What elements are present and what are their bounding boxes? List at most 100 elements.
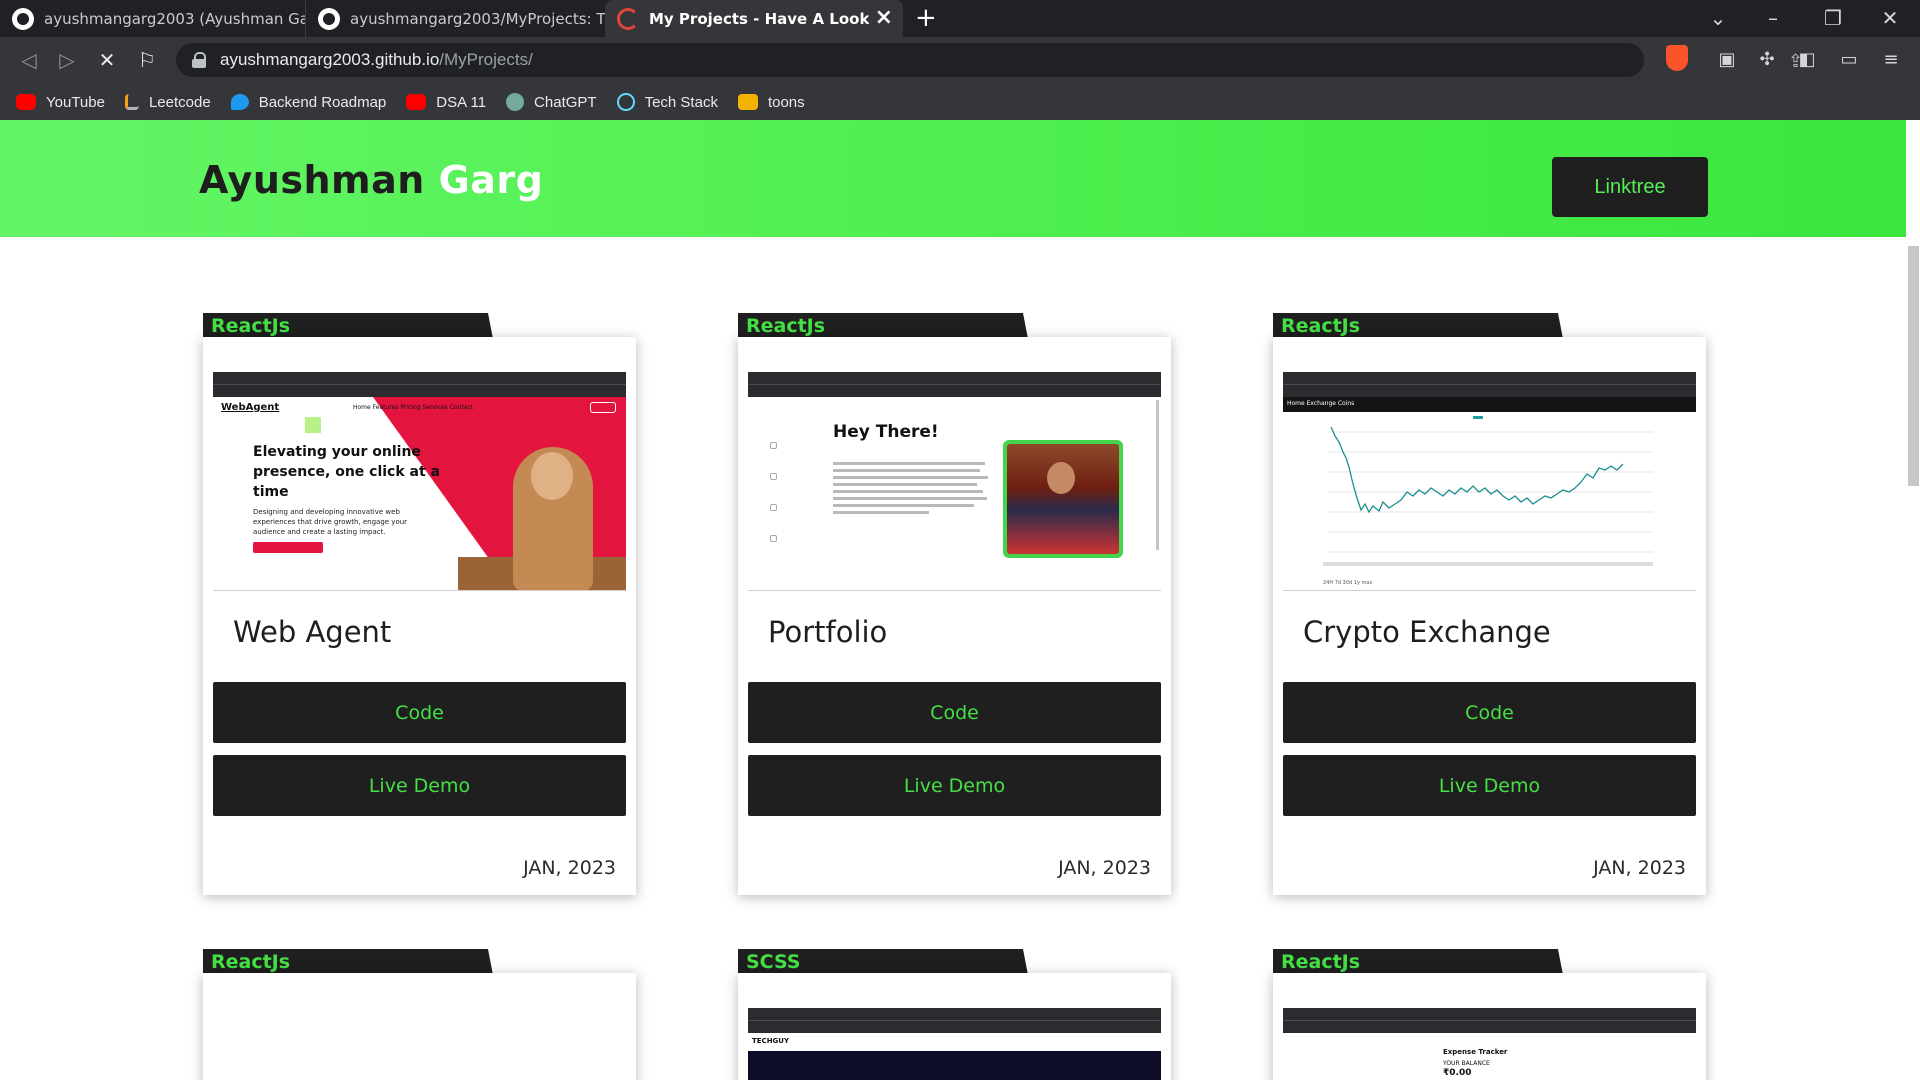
browser-tab-active[interactable]: My Projects - Have A Look × [605,0,903,37]
tech-tag: ReactJs [738,313,1028,339]
code-button[interactable]: Code [213,682,626,743]
preview-browser-bar [213,372,626,397]
tab-title: ayushmangarg2003 (Ayushman Garg) [44,9,305,28]
loading-spinner-icon [617,7,639,30]
lock-icon[interactable] [192,52,206,68]
browser-tab-github-profile[interactable]: ayushmangarg2003 (Ayushman Garg) [0,0,305,37]
url-path: /MyProjects/ [439,50,533,69]
browser-tab-strip: ayushmangarg2003 (Ayushman Garg) ayushma… [0,0,1920,37]
wallet-icon[interactable]: ▭ [1838,49,1860,71]
project-preview-image[interactable]: Expense Tracker YOUR BALANCE ₹0.00 [1283,1008,1696,1080]
new-tab-button[interactable]: + [915,0,937,37]
project-card-5: SCSS TECHGUY [738,949,1171,1080]
preview-greeting: Hey There! [833,422,939,442]
bookmark-youtube[interactable]: YouTube [16,94,105,111]
tech-tag: SCSS [738,949,1028,975]
live-demo-button[interactable]: Live Demo [748,755,1161,816]
preview-logo: WebAgent [221,402,280,413]
brave-shield-icon[interactable] [1666,45,1688,71]
preview-balance-label: YOUR BALANCE [1443,1060,1490,1067]
tab-search-icon[interactable]: ⌄ [1698,0,1738,37]
extension-icon[interactable]: ▣ [1716,49,1738,71]
bookmark-toons[interactable]: toons [737,93,805,111]
preview-bio-lines [833,462,993,518]
live-demo-button[interactable]: Live Demo [1283,755,1696,816]
preview-balance: ₹0.00 [1443,1068,1472,1078]
preview-nav-bar [748,1033,1161,1051]
bookmarks-bar: YouTube Leetcode Backend Roadmap DSA 11 … [0,84,1920,120]
sidebar-icon[interactable]: ◧ [1796,49,1818,71]
bookmark-leetcode[interactable]: Leetcode [124,94,211,111]
back-icon[interactable]: ◁ [14,45,44,75]
preview-browser-bar [1283,372,1696,397]
project-card-web-agent: ReactJs WebAgent Home Features Pricing S… [203,313,636,913]
tech-tag: ReactJs [1273,949,1563,975]
tab-title: My Projects - Have A Look [649,9,870,28]
card-body: Hey There! Portfolio Code Live Demo JAN,… [738,337,1171,895]
project-title: Portfolio [768,615,888,649]
svg-text:24H 7d 30d 1y max: 24H 7d 30d 1y max [1323,580,1372,586]
project-title: Crypto Exchange [1303,615,1551,649]
bookmark-label: DSA 11 [436,93,487,111]
preview-cta [253,542,323,553]
bookmark-dsa[interactable]: DSA 11 [406,94,486,111]
bookmark-icon[interactable]: ⚐ [132,45,162,75]
tech-tag: ReactJs [203,313,493,339]
preview-price-chart: 24H 7d 30d 1y max [1283,412,1696,590]
preview-side-icons [770,442,780,542]
puzzle-icon[interactable]: ✣ [1756,49,1778,71]
preview-hero [748,1051,1161,1080]
bookmark-label: toons [767,93,805,111]
toons-icon [737,94,758,110]
scrollbar-thumb[interactable] [1908,246,1919,486]
code-button[interactable]: Code [748,682,1161,743]
stop-loading-icon[interactable]: ✕ [92,45,122,75]
bookmark-backend-roadmap[interactable]: Backend Roadmap [230,94,386,111]
preview-browser-bar [748,372,1161,397]
project-card-6: ReactJs Expense Tracker YOUR BALANCE ₹0.… [1273,949,1706,1080]
menu-icon[interactable]: ≡ [1880,49,1902,71]
url-host: ayushmangarg2003.github.io [220,50,440,69]
youtube-icon [16,94,36,110]
restore-button[interactable]: ❐ [1813,0,1853,37]
project-preview-image[interactable]: TECHGUY [748,1008,1161,1080]
close-tab-icon[interactable]: × [875,5,893,30]
tech-tag: ReactJs [1273,313,1563,339]
project-card-crypto-exchange: ReactJs Home Exchange Coins 24H 7d 30d 1… [1273,313,1706,913]
leetcode-icon [124,94,139,110]
project-preview-image[interactable]: WebAgent Home Features Pricing Services … [213,372,626,591]
forward-icon[interactable]: ▷ [52,45,82,75]
preview-headline: Elevating your online presence, one clic… [253,444,440,500]
twitter-icon [230,94,249,110]
card-body: Home Exchange Coins 24H 7d 30d 1y max Cr… [1273,337,1706,895]
brand-last-name: Garg [438,158,544,202]
minimize-button[interactable]: – [1753,0,1793,37]
code-button[interactable]: Code [1283,682,1696,743]
github-icon [318,7,340,30]
browser-tab-github-repo[interactable]: ayushmangarg2003/MyProjects: This S [305,0,605,37]
site-header: Ayushman Garg Linktree [0,120,1906,237]
youtube-icon [406,94,427,110]
project-preview-image[interactable]: Hey There! [748,372,1161,591]
close-window-button[interactable]: ✕ [1870,0,1910,37]
tech-tag: ReactJs [203,949,493,975]
card-body [203,973,636,1080]
preview-browser-bar [1283,1008,1696,1033]
project-preview-image[interactable]: Home Exchange Coins 24H 7d 30d 1y max [1283,372,1696,591]
project-card-4: ReactJs [203,949,636,1080]
address-bar[interactable]: ayushmangarg2003.github.io/MyProjects/ ⇪ [176,43,1803,77]
bookmark-tech-stack[interactable]: Tech Stack [616,93,718,111]
preview-title: Expense Tracker [1443,1048,1508,1056]
bookmark-label: Tech Stack [644,93,718,111]
site-brand: Ayushman Garg [199,158,543,202]
bookmark-label: ChatGPT [534,93,597,111]
bookmark-chatgpt[interactable]: ChatGPT [506,93,597,111]
live-demo-button[interactable]: Live Demo [213,755,626,816]
card-body: TECHGUY [738,973,1171,1080]
project-date: JAN, 2023 [523,857,616,879]
preview-signup [590,402,616,413]
linktree-button[interactable]: Linktree [1552,157,1708,217]
preview-browser-bar [748,1008,1161,1033]
preview-person-head [531,452,573,500]
preview-photo [1003,440,1123,558]
